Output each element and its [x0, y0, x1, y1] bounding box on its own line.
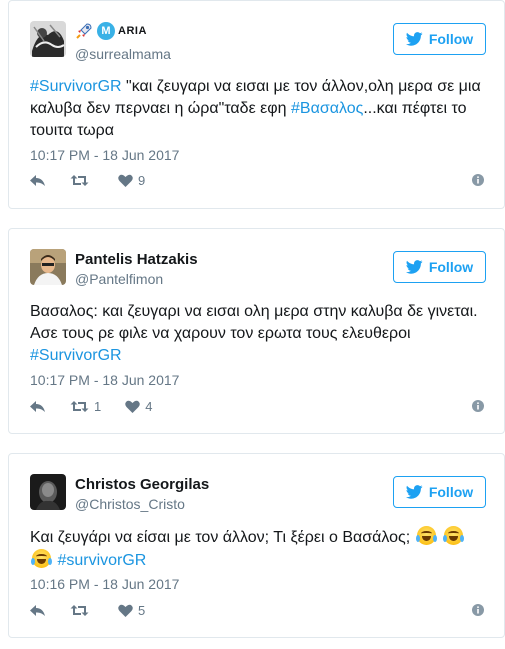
- tweet-text-part: Βασαλος: και ζευγαρι να εισαι ολη μερα σ…: [30, 303, 478, 342]
- tweet-text: Βασαλος: και ζευγαρι να εισαι ολη μερα σ…: [30, 301, 492, 367]
- info-icon: [472, 174, 484, 186]
- twitter-bird-icon: [405, 260, 423, 274]
- like-button[interactable]: 5: [118, 603, 145, 618]
- like-count: 4: [145, 398, 153, 414]
- retweet-button[interactable]: [70, 174, 94, 187]
- like-count: 9: [138, 172, 146, 188]
- tweet-card: M ARIA @surrealmama Follow #SurvivorGR "…: [8, 0, 505, 209]
- tweet-card: Pantelis Hatzakis @Pantelfimon Follow Βα…: [8, 228, 505, 434]
- tweet-card: Christos Georgilas @Christos_Cristo Foll…: [8, 453, 505, 638]
- avatar[interactable]: [30, 21, 66, 57]
- info-icon: [472, 400, 484, 412]
- tears-of-joy-emoji-icon: [443, 526, 465, 545]
- user-handle[interactable]: @Pantelfimon: [75, 271, 163, 287]
- tweet-actions: 5: [29, 601, 484, 619]
- user-handle[interactable]: @surrealmama: [75, 46, 171, 62]
- avatar[interactable]: [30, 249, 66, 285]
- profile-badge-icon: M: [97, 22, 115, 40]
- display-name[interactable]: ARIA: [118, 25, 147, 37]
- retweet-count: 1: [94, 398, 102, 414]
- tweet-actions: 1 4: [29, 397, 484, 415]
- heart-icon: [125, 400, 140, 413]
- tears-of-joy-emoji-icon: [31, 549, 52, 568]
- avatar[interactable]: [30, 474, 66, 510]
- tweet-text: Και ζευγάρι να είσαι με τον άλλον; Τι ξέ…: [30, 526, 492, 572]
- like-count: 5: [138, 602, 146, 618]
- tweet-text: #SurvivorGR "και ζευγαρι να εισαι με τον…: [30, 76, 492, 142]
- display-name-row: Pantelis Hatzakis: [75, 249, 198, 269]
- heart-icon: [118, 174, 133, 187]
- follow-button[interactable]: Follow: [393, 23, 486, 55]
- timestamp[interactable]: 10:16 PM - 18 Jun 2017: [30, 576, 179, 592]
- display-name[interactable]: Christos Georgilas: [75, 476, 209, 493]
- display-name[interactable]: Pantelis Hatzakis: [75, 251, 198, 268]
- retweet-button[interactable]: 1: [70, 399, 101, 414]
- user-handle[interactable]: @Christos_Cristo: [75, 496, 185, 512]
- hashtag-link[interactable]: #SurvivorGR: [30, 347, 122, 364]
- follow-button[interactable]: Follow: [393, 476, 486, 508]
- hashtag-link[interactable]: #Βασαλος: [291, 100, 363, 117]
- retweet-button[interactable]: [70, 604, 94, 617]
- like-button[interactable]: 9: [118, 173, 145, 188]
- retweet-icon: [70, 400, 89, 412]
- twitter-bird-icon: [405, 485, 423, 499]
- tweet-actions: 9: [29, 171, 484, 189]
- follow-label: Follow: [428, 259, 474, 275]
- info-button[interactable]: [472, 400, 484, 412]
- reply-button[interactable]: [29, 400, 46, 413]
- info-button[interactable]: [472, 604, 484, 616]
- hashtag-link[interactable]: #survivorGR: [57, 552, 146, 569]
- hashtag-link[interactable]: #SurvivorGR: [30, 78, 122, 95]
- timestamp[interactable]: 10:17 PM - 18 Jun 2017: [30, 372, 179, 388]
- reply-icon: [30, 400, 45, 412]
- rocket-icon: [76, 23, 92, 39]
- follow-label: Follow: [428, 484, 474, 500]
- reply-button[interactable]: [29, 174, 46, 187]
- tweet-text-part: Και ζευγάρι να είσαι με τον άλλον; Τι ξέ…: [30, 529, 415, 546]
- follow-label: Follow: [428, 31, 474, 47]
- reply-icon: [30, 174, 45, 186]
- timestamp[interactable]: 10:17 PM - 18 Jun 2017: [30, 147, 179, 163]
- display-name-row: Christos Georgilas: [75, 474, 209, 494]
- retweet-icon: [70, 604, 89, 616]
- follow-button[interactable]: Follow: [393, 251, 486, 283]
- reply-button[interactable]: [29, 604, 46, 617]
- tears-of-joy-emoji-icon: [415, 526, 437, 545]
- twitter-bird-icon: [405, 32, 423, 46]
- display-name-row: M ARIA: [75, 21, 147, 41]
- retweet-icon: [70, 174, 89, 186]
- info-button[interactable]: [472, 174, 484, 186]
- info-icon: [472, 604, 484, 616]
- heart-icon: [118, 604, 133, 617]
- like-button[interactable]: 4: [125, 399, 152, 414]
- reply-icon: [30, 604, 45, 616]
